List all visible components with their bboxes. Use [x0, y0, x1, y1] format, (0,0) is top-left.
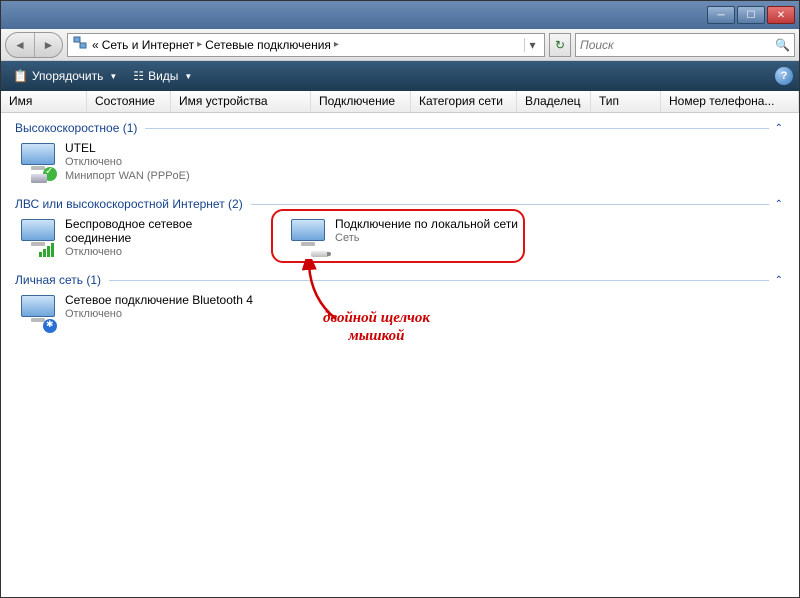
wireless-icon	[17, 217, 59, 259]
navigation-bar: ◄ ► « Сеть и Интернет▸ Сетевые подключен…	[1, 29, 799, 61]
collapse-icon[interactable]: ⌃	[769, 199, 789, 210]
breadcrumb: « Сеть и Интернет▸ Сетевые подключения▸	[92, 38, 520, 52]
organize-icon: 📋	[13, 69, 28, 83]
toolbar: 📋 Упорядочить ▼ ☷ Виды ▼ ?	[1, 61, 799, 91]
close-button[interactable]: ✕	[767, 6, 795, 24]
chevron-right-icon: ▸	[197, 39, 202, 50]
connection-item-wireless[interactable]: Беспроводное сетевое соединение Отключен…	[15, 215, 255, 261]
views-icon: ☷	[133, 69, 144, 83]
minimize-button[interactable]: ─	[707, 6, 735, 24]
group-items-lan: Беспроводное сетевое соединение Отключен…	[1, 213, 799, 269]
refresh-button[interactable]: ↻	[549, 33, 571, 57]
col-type[interactable]: Тип	[591, 91, 661, 112]
views-button[interactable]: ☷ Виды ▼	[127, 66, 198, 86]
col-phone[interactable]: Номер телефона...	[661, 91, 799, 112]
col-status[interactable]: Состояние	[87, 91, 171, 112]
network-icon	[72, 35, 88, 54]
group-items-personal: Сетевое подключение Bluetooth 4 Отключен…	[1, 289, 799, 345]
group-header-highspeed[interactable]: Высокоскоростное (1) ⌃	[1, 117, 799, 137]
column-headers: Имя Состояние Имя устройства Подключение…	[1, 91, 799, 113]
chevron-down-icon: ▼	[109, 72, 117, 81]
search-box[interactable]: 🔍	[575, 33, 795, 57]
modem-icon	[17, 141, 59, 183]
connection-item-utel[interactable]: UTEL Отключено Минипорт WAN (PPPoE)	[15, 139, 255, 185]
collapse-icon[interactable]: ⌃	[769, 123, 789, 134]
col-connection[interactable]: Подключение	[311, 91, 411, 112]
col-category[interactable]: Категория сети	[411, 91, 517, 112]
search-input[interactable]	[580, 38, 790, 52]
forward-button[interactable]: ►	[34, 33, 62, 57]
address-dropdown-button[interactable]: ▾	[524, 38, 540, 52]
chevron-down-icon: ▼	[184, 72, 192, 81]
group-header-personal[interactable]: Личная сеть (1) ⌃	[1, 269, 799, 289]
col-name[interactable]: Имя	[1, 91, 87, 112]
nav-buttons: ◄ ►	[5, 32, 63, 58]
organize-button[interactable]: 📋 Упорядочить ▼	[7, 66, 123, 86]
collapse-icon[interactable]: ⌃	[769, 275, 789, 286]
content-area: Высокоскоростное (1) ⌃ UTEL Отключено Ми…	[1, 113, 799, 597]
connection-item-lan[interactable]: Подключение по локальной сети Сеть	[285, 215, 525, 261]
group-items-highspeed: UTEL Отключено Минипорт WAN (PPPoE)	[1, 137, 799, 193]
chevron-right-icon: ▸	[334, 39, 339, 50]
lan-icon	[287, 217, 329, 259]
breadcrumb-item-1[interactable]: Сеть и Интернет▸	[102, 38, 202, 52]
address-bar[interactable]: « Сеть и Интернет▸ Сетевые подключения▸ …	[67, 33, 545, 57]
bluetooth-icon	[17, 293, 59, 335]
breadcrumb-prefix[interactable]: «	[92, 38, 99, 52]
group-header-lan[interactable]: ЛВС или высокоскоростной Интернет (2) ⌃	[1, 193, 799, 213]
help-button[interactable]: ?	[775, 67, 793, 85]
connection-item-bluetooth[interactable]: Сетевое подключение Bluetooth 4 Отключен…	[15, 291, 255, 337]
breadcrumb-item-2[interactable]: Сетевые подключения▸	[205, 38, 339, 52]
col-owner[interactable]: Владелец	[517, 91, 591, 112]
col-device[interactable]: Имя устройства	[171, 91, 311, 112]
titlebar: ─ ☐ ✕	[1, 1, 799, 29]
back-button[interactable]: ◄	[6, 33, 34, 57]
maximize-button[interactable]: ☐	[737, 6, 765, 24]
explorer-window: ─ ☐ ✕ ◄ ► « Сеть и Интернет▸ Сетевые под…	[0, 0, 800, 598]
search-icon[interactable]: 🔍	[775, 38, 790, 52]
